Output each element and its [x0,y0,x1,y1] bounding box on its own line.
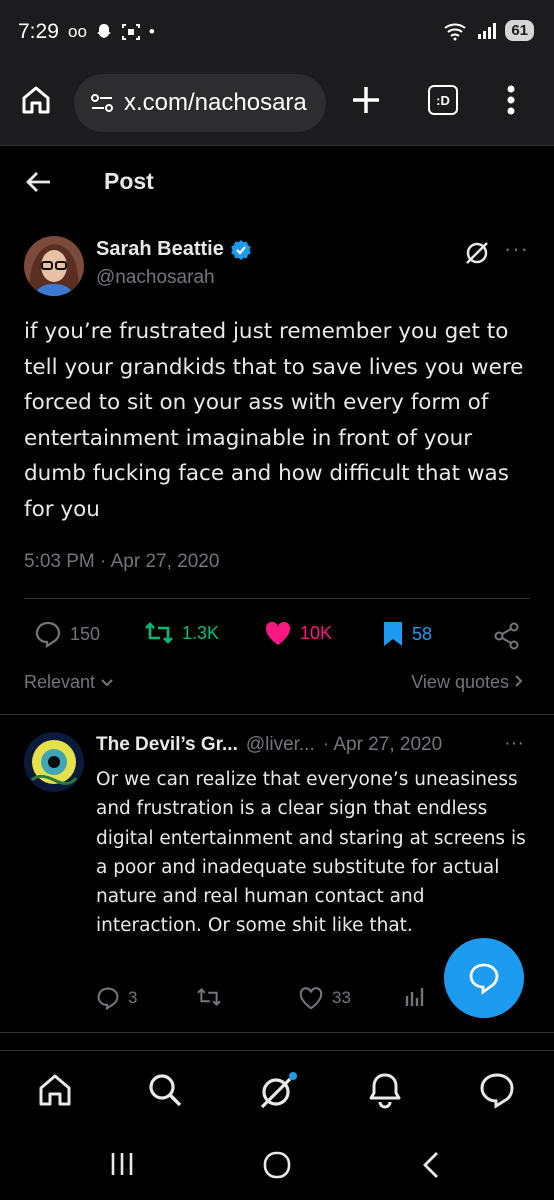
browser-home-icon[interactable] [20,84,52,116]
reply-reply-count: 3 [128,988,138,1007]
address-bar[interactable]: x.com/nachosara [74,74,326,132]
home-circle-icon[interactable] [262,1150,292,1180]
grok-icon[interactable] [256,1071,298,1111]
voicemail-icon: oo [68,22,87,41]
repost-icon [197,987,221,1007]
post-text: if you’re frustrated just remember you g… [24,319,524,522]
url-text: x.com/nachosara [124,89,307,116]
like-count: 10K [300,622,333,643]
chevron-down-icon [101,679,113,687]
back-arrow-icon[interactable] [24,168,52,196]
new-tab-icon[interactable] [348,82,384,118]
recent-apps-icon[interactable] [108,1150,136,1178]
reply-like-button[interactable]: 33 [298,986,351,1010]
reply-icon [97,987,119,1010]
repost-button[interactable]: 1.3K [144,620,219,646]
reply-header: The Devil’s Gr... @liver... · Apr 27, 20… [96,734,442,756]
notifications-bell-icon[interactable] [366,1071,404,1109]
divider [0,714,554,715]
page-title: Post [104,168,154,194]
reply-count: 150 [70,623,101,644]
share-icon[interactable] [494,622,520,650]
reply-reply-button[interactable]: 3 [96,986,137,1010]
bookmark-count: 58 [412,623,433,644]
reply-more-icon[interactable]: ··· [504,732,524,755]
reply-date[interactable]: · Apr 27, 2020 [323,734,442,756]
site-settings-icon[interactable] [90,92,114,114]
reply-text: Or we can realize that everyone’s uneasi… [96,769,526,937]
browser-toolbar: x.com/nachosara :D [0,62,554,146]
reply-icon [35,621,61,648]
chevron-right-icon [515,675,523,687]
author-avatar[interactable] [24,236,84,296]
bookmark-icon [384,622,402,646]
status-bar: 7:29 oo • 61 [0,0,554,62]
signal-icon [478,22,497,39]
more-options-icon[interactable]: ··· [504,236,529,262]
reply-avatar[interactable] [24,732,84,792]
system-navigation-bar [0,1128,554,1200]
views-icon [405,988,424,1006]
home-icon[interactable] [36,1071,74,1109]
reply-button[interactable]: 150 [34,620,100,648]
messages-icon[interactable] [478,1071,516,1109]
post-author: Sarah Beattie @nachosarah ··· [24,236,530,296]
repost-icon [145,622,173,644]
browser-menu-icon[interactable] [506,84,516,116]
status-notification-icons: oo • [68,22,155,42]
back-chevron-icon[interactable] [420,1150,442,1180]
like-button[interactable]: 10K [264,620,332,646]
wifi-icon [444,23,466,40]
post-timestamp[interactable]: 5:03 PM · Apr 27, 2020 [24,551,219,573]
reply-author-handle[interactable]: @liver... [246,734,315,756]
reply-views-button[interactable] [404,986,426,1008]
heart-outline-icon [299,987,323,1010]
snapchat-icon [96,24,111,38]
dot-icon: • [148,22,155,41]
tab-switcher-button[interactable]: :D [428,85,458,115]
divider [0,1032,554,1033]
sort-dropdown[interactable]: Relevant [24,672,114,693]
heart-icon [265,621,291,645]
divider [24,598,530,599]
compose-reply-button[interactable] [444,938,524,1018]
battery-level: 61 [505,20,534,41]
status-time: 7:29 [18,20,59,43]
author-name[interactable]: Sarah Beattie [96,238,252,261]
reply-author-name[interactable]: The Devil’s Gr... [96,734,238,756]
grok-icon[interactable] [464,240,490,266]
bottom-navigation [0,1050,554,1128]
post-header: Post [0,146,554,216]
search-icon[interactable] [146,1071,184,1109]
post-actions: 150 1.3K 10K 58 [24,620,530,656]
author-handle[interactable]: @nachosarah [96,267,215,289]
verified-badge-icon [231,239,251,260]
chat-bubble-icon [469,963,499,995]
status-system-icons: 61 [443,20,534,41]
bookmark-button[interactable]: 58 [382,620,432,648]
reply-repost-button[interactable] [196,986,222,1008]
screenshot-icon [121,24,140,40]
reply-like-count: 33 [332,988,351,1007]
repost-count: 1.3K [182,622,220,643]
view-quotes-link[interactable]: View quotes [411,672,524,693]
